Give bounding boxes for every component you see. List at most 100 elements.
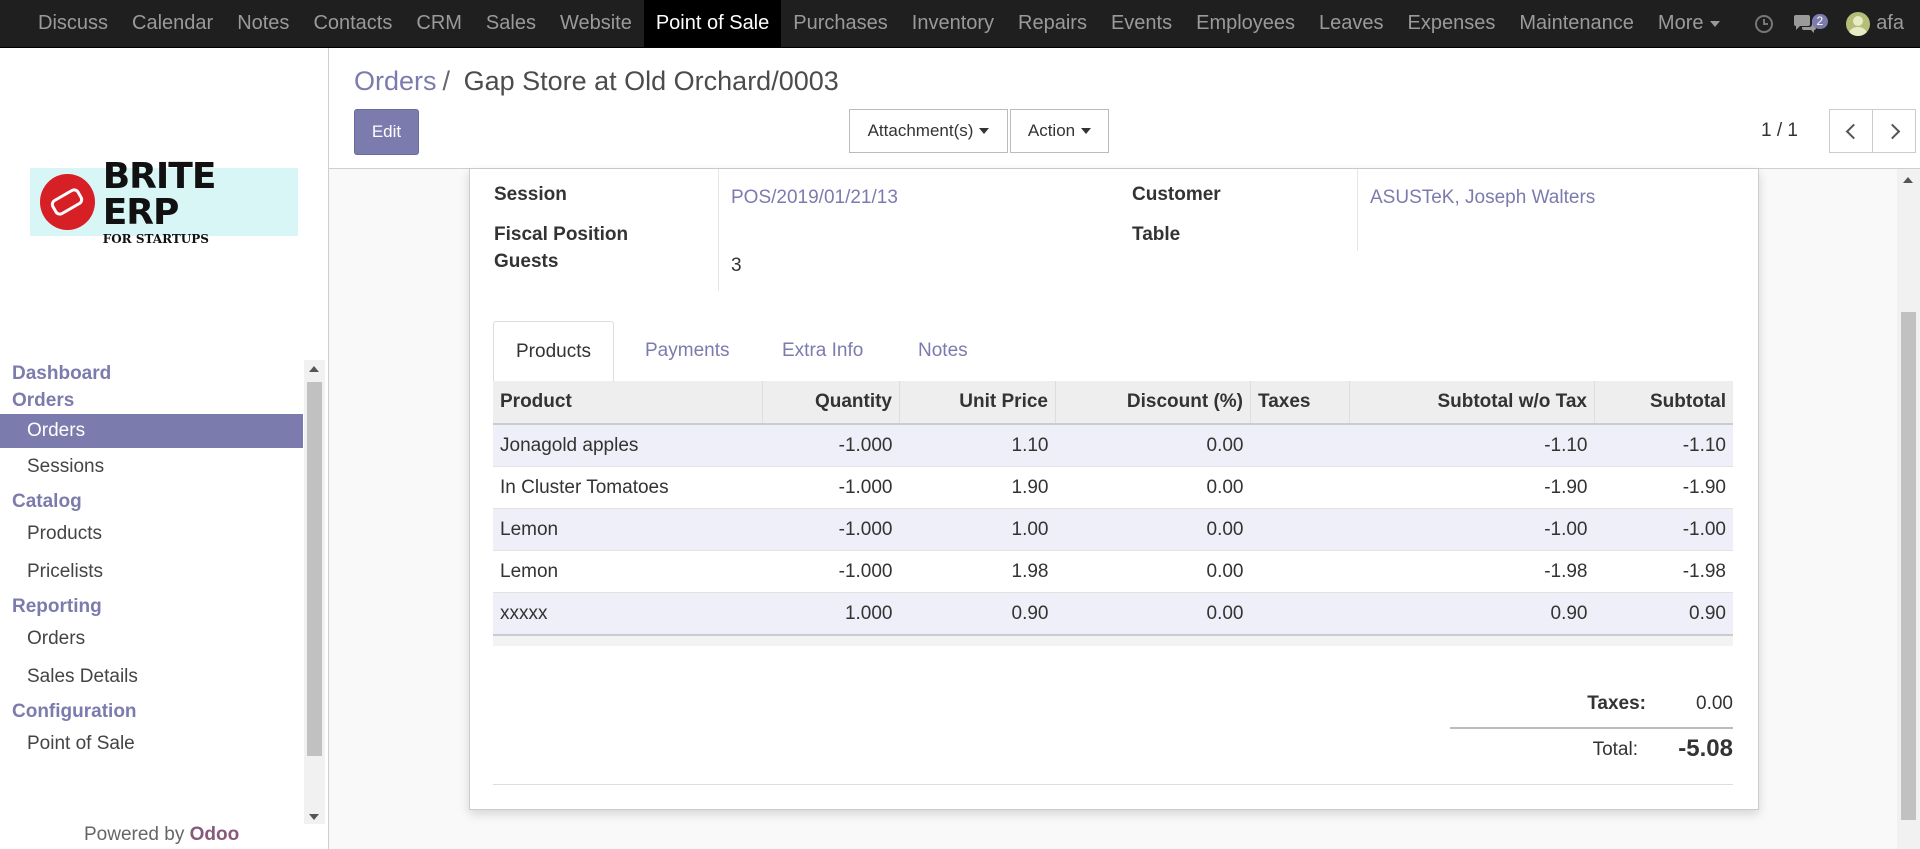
scrollbar-thumb[interactable] (1901, 312, 1916, 820)
customer-link[interactable]: ASUSTeK, Joseph Walters (1370, 187, 1595, 209)
cell-discount: 0.00 (1055, 466, 1251, 509)
app-notes[interactable]: Notes (225, 0, 301, 47)
cell-product: xxxxx (493, 592, 763, 635)
control-panel: Orders / Gap Store at Old Orchard/0003 Ed… (329, 48, 1920, 169)
tab-notes[interactable]: Notes (918, 321, 968, 380)
sidebar-section-dashboard[interactable]: Dashboard (0, 360, 303, 387)
app-inventory[interactable]: Inventory (900, 0, 1006, 47)
chevron-right-icon (1884, 123, 1900, 139)
cell-taxes (1250, 508, 1350, 551)
field-divider (718, 169, 719, 291)
cell-subtotal-wo-tax: 0.90 (1349, 592, 1595, 635)
sidebar-section-reporting[interactable]: Reporting (0, 593, 303, 620)
scrollbar-thumb[interactable] (307, 382, 322, 756)
table-row[interactable]: Lemon -1.000 1.98 0.00 -1.98 -1.98 (493, 550, 1733, 593)
sidebar-section-catalog[interactable]: Catalog (0, 488, 303, 515)
cell-taxes (1250, 592, 1350, 635)
odoo-link[interactable]: Odoo (190, 824, 240, 845)
sidebar-section-orders[interactable]: Orders (0, 387, 303, 414)
cell-subtotal: -1.00 (1594, 508, 1733, 551)
cell-unit-price: 1.90 (899, 466, 1056, 509)
more-menu[interactable]: More (1646, 0, 1732, 47)
app-crm[interactable]: CRM (404, 0, 474, 47)
scroll-up-arrow-icon[interactable] (1903, 177, 1913, 183)
app-employees[interactable]: Employees (1184, 0, 1307, 47)
tab-extra-info[interactable]: Extra Info (782, 321, 863, 380)
column-header-quantity[interactable]: Quantity (762, 381, 900, 425)
breadcrumb-orders-link[interactable]: Orders (354, 66, 437, 96)
content-scrollbar[interactable] (1897, 169, 1920, 849)
app-purchases[interactable]: Purchases (781, 0, 900, 47)
cell-subtotal: 0.90 (1594, 592, 1733, 635)
table-row[interactable]: Jonagold apples -1.000 1.10 0.00 -1.10 -… (493, 424, 1733, 467)
app-point-of-sale[interactable]: Point of Sale (643, 0, 782, 47)
session-link[interactable]: POS/2019/01/21/13 (731, 187, 898, 209)
app-repairs[interactable]: Repairs (1006, 0, 1099, 47)
table-footer (493, 634, 1733, 646)
action-label: Action (1027, 121, 1076, 140)
column-header-subtotal[interactable]: Subtotal (1594, 381, 1733, 425)
app-discuss[interactable]: Discuss (26, 0, 120, 47)
activity-clock-icon[interactable] (1754, 14, 1774, 34)
cell-discount: 0.00 (1055, 592, 1251, 635)
caret-down-icon (979, 128, 990, 134)
pager-next-button[interactable] (1872, 109, 1916, 153)
app-contacts[interactable]: Contacts (301, 0, 404, 47)
column-header-taxes[interactable]: Taxes (1250, 381, 1350, 425)
cell-discount: 0.00 (1055, 550, 1251, 593)
chevron-left-icon (1845, 123, 1861, 139)
app-maintenance[interactable]: Maintenance (1507, 0, 1646, 47)
column-header-product[interactable]: Product (493, 381, 763, 425)
app-expenses[interactable]: Expenses (1396, 0, 1508, 47)
attachments-dropdown[interactable]: Attachment(s) (849, 109, 1008, 153)
app-events[interactable]: Events (1099, 0, 1184, 47)
sidebar-item-point-of-sale[interactable]: Point of Sale (0, 725, 303, 763)
taxes-total-label: Taxes: (1587, 693, 1646, 714)
table-row[interactable]: Lemon -1.000 1.00 0.00 -1.00 -1.00 (493, 508, 1733, 551)
messages-button[interactable]: 2 (1792, 14, 1829, 34)
cell-unit-price: 0.90 (899, 592, 1056, 635)
cell-unit-price: 1.10 (899, 424, 1056, 467)
cell-product: In Cluster Tomatoes (493, 466, 763, 509)
fiscal-position-label: Fiscal Position (494, 224, 629, 245)
table-row[interactable]: xxxxx 1.000 0.90 0.00 0.90 0.90 (493, 592, 1733, 635)
sidebar-item-sales-details[interactable]: Sales Details (0, 658, 303, 696)
sidebar-item-pricelists[interactable]: Pricelists (0, 553, 303, 591)
scroll-down-arrow-icon[interactable] (309, 814, 319, 820)
order-totals: Taxes: 0.00 Total: -5.08 (1450, 689, 1733, 769)
app-calendar[interactable]: Calendar (120, 0, 225, 47)
app-leaves[interactable]: Leaves (1307, 0, 1396, 47)
user-avatar[interactable] (1846, 11, 1871, 36)
tab-products[interactable]: Products (493, 321, 614, 383)
pager-value[interactable]: 1 / 1 (1761, 120, 1798, 142)
company-logo: BRITE ERP FOR STARTUPS (30, 159, 298, 245)
scroll-up-arrow-icon[interactable] (309, 366, 319, 372)
edit-button[interactable]: Edit (354, 109, 419, 155)
table-row[interactable]: In Cluster Tomatoes -1.000 1.90 0.00 -1.… (493, 466, 1733, 509)
sidebar-item-reporting-orders[interactable]: Orders (0, 620, 303, 658)
breadcrumb-separator: / (442, 66, 451, 96)
sidebar-section-configuration[interactable]: Configuration (0, 698, 303, 725)
app-sales[interactable]: Sales (474, 0, 548, 47)
column-header-subtotal-wo-tax[interactable]: Subtotal w/o Tax (1349, 381, 1595, 425)
sidebar-scrollbar[interactable] (304, 360, 325, 824)
user-name[interactable]: afa (1876, 12, 1904, 35)
column-header-unit-price[interactable]: Unit Price (899, 381, 1056, 425)
sidebar-item-orders[interactable]: Orders (0, 414, 303, 448)
pager-previous-button[interactable] (1829, 109, 1873, 153)
customer-label: Customer (1132, 184, 1221, 205)
tab-payments[interactable]: Payments (645, 321, 729, 380)
column-header-discount[interactable]: Discount (%) (1055, 381, 1251, 425)
cell-subtotal: -1.90 (1594, 466, 1733, 509)
cell-unit-price: 1.98 (899, 550, 1056, 593)
session-label: Session (494, 184, 567, 205)
cell-quantity: -1.000 (762, 466, 900, 509)
action-dropdown[interactable]: Action (1010, 109, 1109, 153)
logo-brand-name: BRITE ERP (102, 156, 217, 233)
cell-taxes (1250, 550, 1350, 593)
sidebar-item-products[interactable]: Products (0, 515, 303, 553)
sidebar-item-sessions[interactable]: Sessions (0, 448, 303, 486)
sheet-divider (493, 784, 1733, 785)
app-website[interactable]: Website (548, 0, 644, 47)
cell-taxes (1250, 424, 1350, 467)
